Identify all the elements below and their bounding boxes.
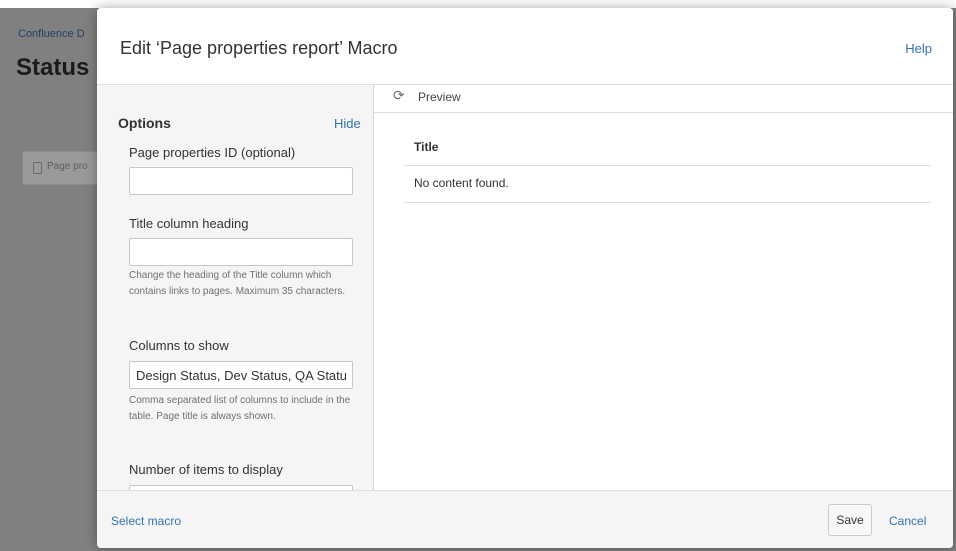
columns-to-show-input[interactable] [129,361,353,389]
refresh-icon[interactable]: ⟳ [393,87,405,104]
columns-help-text: Comma separated list of columns to inclu… [129,395,351,422]
background-breadcrumb: Confluence D [18,28,85,40]
hide-options-link[interactable]: Hide [334,116,361,131]
preview-bar[interactable]: ⟳ Preview [374,85,953,113]
number-of-items-label: Number of items to display [129,462,283,477]
cancel-link[interactable]: Cancel [889,514,926,528]
preview-label[interactable]: Preview [418,90,461,104]
dialog-footer: Select macro Save Cancel [97,490,953,548]
background-chip-label: Page pro [47,161,88,172]
table-header-title: Title [404,135,931,166]
background-page-title: Status [16,54,90,81]
columns-to-show-label: Columns to show [129,338,229,353]
title-column-heading-input[interactable] [129,238,353,266]
page-properties-id-input[interactable] [129,167,353,195]
options-heading: Options [118,115,171,131]
table-empty-message: No content found. [404,166,931,203]
save-button[interactable]: Save [828,504,872,536]
title-column-help-text: Change the heading of the Title column w… [129,270,346,297]
page-top-strip [0,0,956,8]
page-properties-id-label: Page properties ID (optional) [129,145,296,160]
dialog-title: Edit ‘Page properties report’ Macro [120,38,398,58]
select-macro-link[interactable]: Select macro [111,514,181,528]
preview-panel: ⟳ Preview Title No content found. [374,85,953,490]
page-icon [33,162,42,174]
options-panel: Options Hide Page properties ID (optiona… [97,85,374,490]
report-table: Title No content found. [404,135,931,203]
dialog-header: Edit ‘Page properties report’ Macro Help [97,8,953,85]
title-column-heading-label: Title column heading [129,216,249,231]
help-link[interactable]: Help [905,41,932,56]
macro-edit-dialog: Edit ‘Page properties report’ Macro Help… [97,8,953,548]
